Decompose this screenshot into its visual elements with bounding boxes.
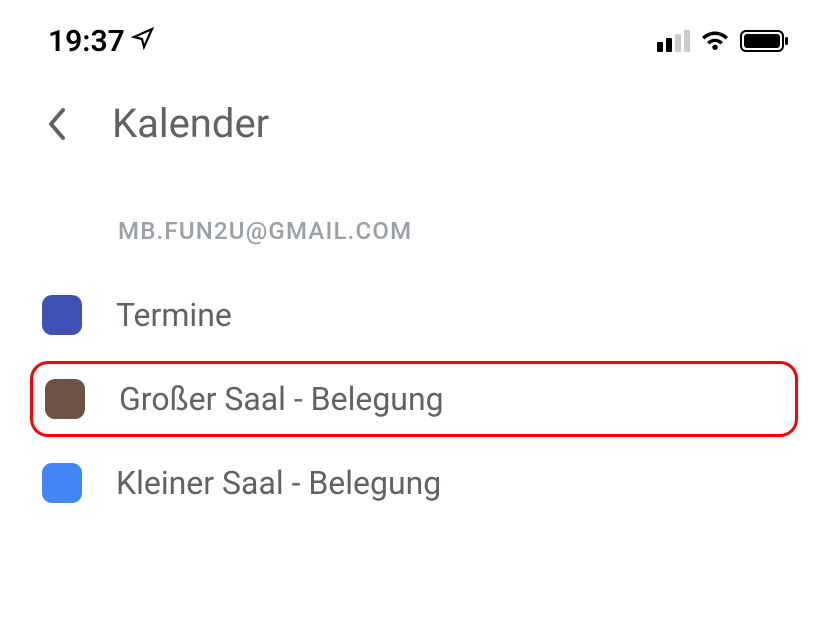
status-bar: 19:37: [0, 0, 828, 70]
battery-icon: [740, 29, 790, 53]
calendar-list: Termine Großer Saal - Belegung Kleiner S…: [0, 275, 828, 523]
cellular-signal-icon: [657, 30, 690, 52]
calendar-item-kleiner-saal[interactable]: Kleiner Saal - Belegung: [0, 443, 828, 523]
location-icon: [131, 26, 155, 57]
color-swatch: [45, 379, 85, 419]
wifi-icon: [700, 30, 730, 52]
color-swatch: [42, 295, 82, 335]
account-email: MB.FUN2U@GMAIL.COM: [0, 167, 828, 275]
status-bar-right: [657, 29, 790, 53]
status-bar-left: 19:37: [48, 24, 155, 59]
calendar-item-termine[interactable]: Termine: [0, 275, 828, 355]
page-header: Kalender: [0, 70, 828, 167]
color-swatch: [42, 463, 82, 503]
calendar-label: Termine: [116, 296, 232, 334]
page-title: Kalender: [112, 100, 269, 147]
status-time: 19:37: [48, 24, 125, 59]
back-button[interactable]: [42, 107, 72, 141]
calendar-item-grosser-saal[interactable]: Großer Saal - Belegung: [30, 361, 798, 437]
calendar-label: Großer Saal - Belegung: [119, 380, 444, 418]
calendar-label: Kleiner Saal - Belegung: [116, 464, 441, 502]
